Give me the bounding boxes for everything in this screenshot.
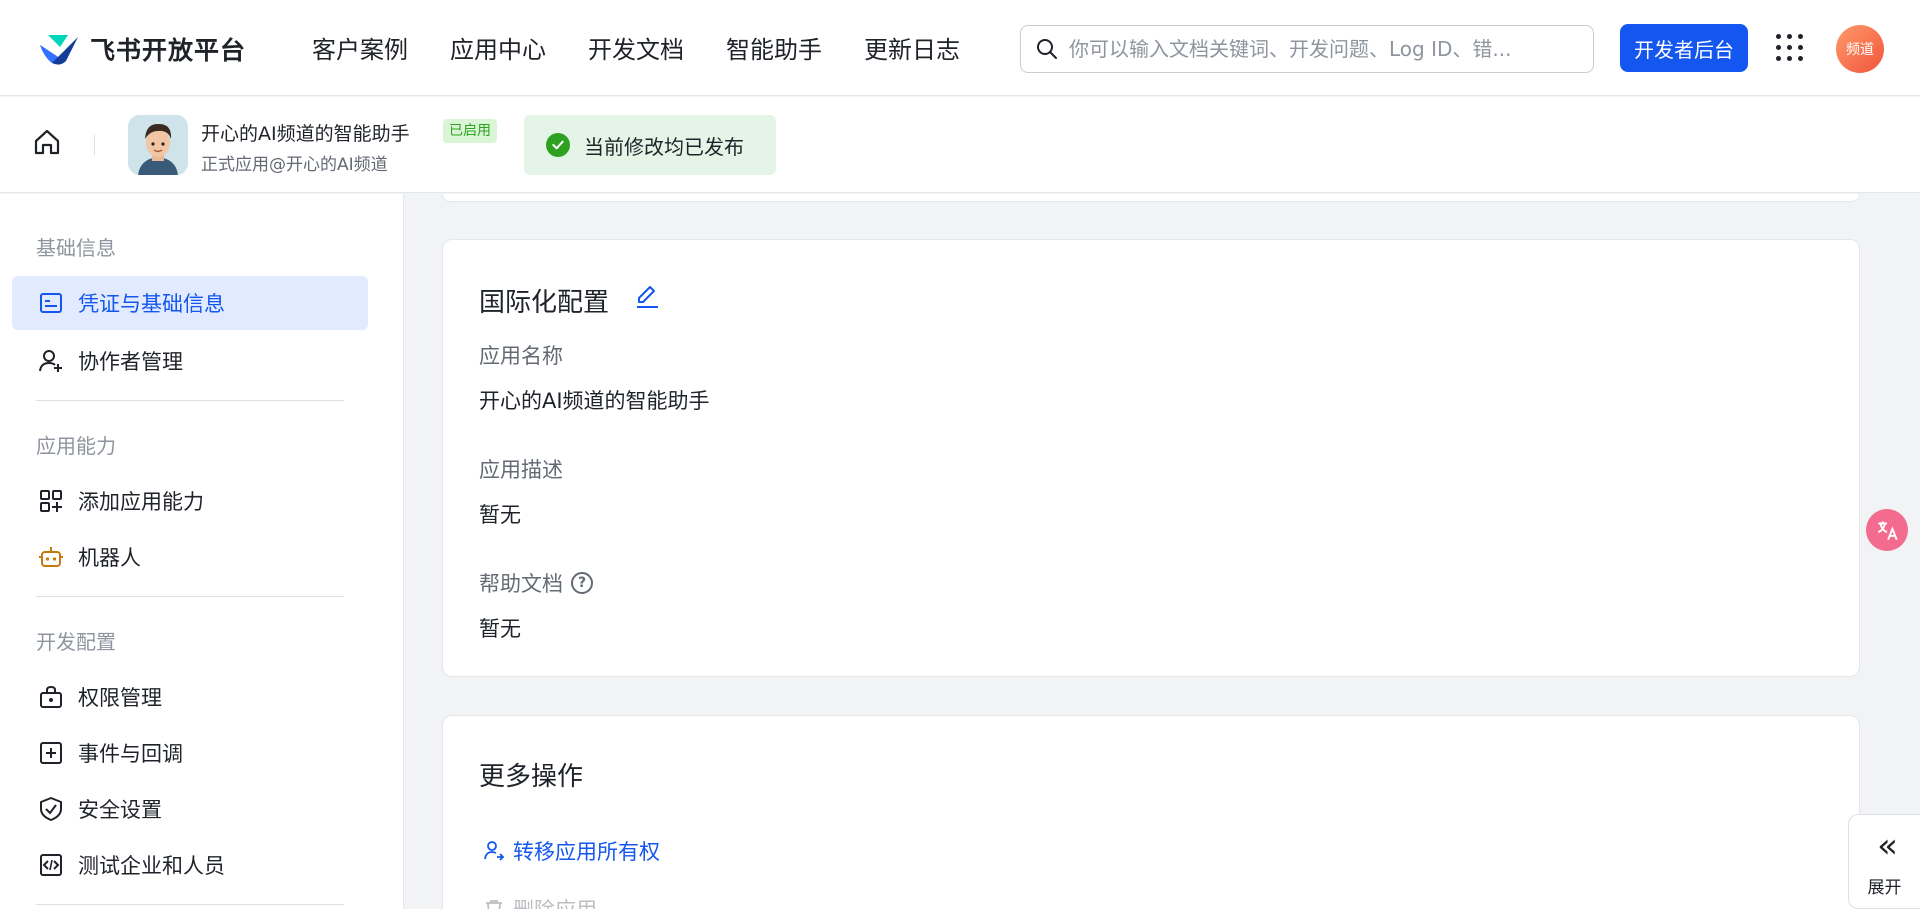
nav-changelog[interactable]: 更新日志 xyxy=(864,30,960,70)
sidebar-item-label: 安全设置 xyxy=(78,798,162,822)
sidebar-item-label: 机器人 xyxy=(78,546,141,570)
sidebar: 基础信息 凭证与基础信息 协作者管理 应用能力 添加应用能力 机器人 开发配置 … xyxy=(0,194,404,909)
sidebar-group-capabilities: 应用能力 xyxy=(36,434,116,458)
sidebar-item-events[interactable]: 事件与回调 xyxy=(12,726,368,780)
edit-icon[interactable] xyxy=(633,282,661,310)
top-navbar: 飞书开放平台 客户案例 应用中心 开发文档 智能助手 更新日志 开发者后台 频道 xyxy=(0,0,1920,96)
card-title: 国际化配置 xyxy=(479,288,610,318)
sidebar-divider xyxy=(36,400,344,401)
previous-card-bottom xyxy=(442,194,1860,202)
feishu-logo[interactable]: 飞书开放平台 xyxy=(38,31,246,67)
logo-text: 飞书开放平台 xyxy=(90,36,247,65)
sidebar-item-bot[interactable]: 机器人 xyxy=(12,530,368,584)
app-name: 开心的AI频道的智能助手 xyxy=(201,123,410,145)
shield-check-icon xyxy=(38,796,64,822)
nav-ai-assistant[interactable]: 智能助手 xyxy=(726,30,822,70)
sidebar-item-credentials[interactable]: 凭证与基础信息 xyxy=(12,276,368,330)
feishu-logo-icon xyxy=(40,35,78,65)
sidebar-group-basic: 基础信息 xyxy=(36,236,116,260)
user-transfer-icon xyxy=(484,841,505,861)
app-subtitle: 正式应用@开心的AI频道 xyxy=(201,155,388,175)
field-value-app-desc: 暂无 xyxy=(479,503,521,527)
search-input[interactable] xyxy=(1069,37,1569,61)
main-nav: 客户案例 应用中心 开发文档 智能助手 更新日志 xyxy=(312,30,1002,70)
sidebar-item-test-tenants[interactable]: 测试企业和人员 xyxy=(12,838,368,892)
sidebar-item-collaborators[interactable]: 协作者管理 xyxy=(12,334,368,388)
developer-console-button[interactable]: 开发者后台 xyxy=(1620,24,1748,72)
lock-icon xyxy=(38,684,64,710)
divider xyxy=(94,135,95,155)
app-grid-icon[interactable] xyxy=(1776,34,1804,62)
nav-customer-cases[interactable]: 客户案例 xyxy=(312,30,408,70)
field-label-app-name: 应用名称 xyxy=(479,344,563,368)
delete-app-link[interactable]: 删除应用 xyxy=(483,894,597,909)
field-label-help-doc: 帮助文档 ? xyxy=(479,568,593,598)
event-plus-icon xyxy=(38,740,64,766)
more-actions-card: 更多操作 转移应用所有权 删除应用 xyxy=(442,715,1860,909)
code-box-icon xyxy=(38,852,64,878)
user-add-icon xyxy=(38,348,64,374)
translate-icon[interactable] xyxy=(1866,509,1908,551)
status-badge: 已启用 xyxy=(443,119,497,143)
sidebar-item-permissions[interactable]: 权限管理 xyxy=(12,670,368,724)
field-label-app-desc: 应用描述 xyxy=(479,458,563,482)
search-icon xyxy=(1037,39,1057,59)
publish-status-banner: 当前修改均已发布 xyxy=(524,115,776,175)
nav-app-center[interactable]: 应用中心 xyxy=(450,30,546,70)
field-value-help-doc: 暂无 xyxy=(479,617,521,641)
app-avatar xyxy=(128,115,188,175)
cartoon-avatar-icon xyxy=(128,115,188,175)
transfer-ownership-label: 转移应用所有权 xyxy=(513,840,660,864)
sidebar-item-label: 凭证与基础信息 xyxy=(78,292,225,316)
sidebar-group-dev-config: 开发配置 xyxy=(36,630,116,654)
sidebar-item-label: 事件与回调 xyxy=(78,742,183,766)
robot-icon xyxy=(38,544,64,570)
i18n-config-card: 国际化配置 应用名称 开心的AI频道的智能助手 应用描述 暂无 帮助文档 ? 暂… xyxy=(442,239,1860,677)
card-title: 更多操作 xyxy=(479,762,584,792)
transfer-ownership-link[interactable]: 转移应用所有权 xyxy=(483,836,660,866)
expand-label: 展开 xyxy=(1867,878,1902,898)
app-subheader: 开心的AI频道的智能助手 已启用 正式应用@开心的AI频道 当前修改均已发布 xyxy=(0,97,1920,193)
apps-add-icon xyxy=(38,488,64,514)
sidebar-item-add-capability[interactable]: 添加应用能力 xyxy=(12,474,368,528)
sidebar-divider xyxy=(36,596,344,597)
nav-dev-docs[interactable]: 开发文档 xyxy=(588,30,684,70)
home-icon[interactable] xyxy=(32,127,62,157)
double-chevron-left-icon: « xyxy=(1877,826,1898,866)
publish-status-text: 当前修改均已发布 xyxy=(584,134,744,159)
user-avatar[interactable]: 频道 xyxy=(1836,25,1884,73)
sidebar-divider xyxy=(36,904,344,905)
sidebar-item-label: 协作者管理 xyxy=(78,350,183,374)
sidebar-item-label: 测试企业和人员 xyxy=(78,854,225,878)
sidebar-item-label: 权限管理 xyxy=(78,686,162,710)
sidebar-item-label: 添加应用能力 xyxy=(78,490,204,514)
id-card-icon xyxy=(38,290,64,316)
delete-app-label: 删除应用 xyxy=(513,894,597,909)
expand-panel-button[interactable]: « 展开 xyxy=(1848,814,1920,909)
trash-icon xyxy=(486,900,502,909)
sidebar-item-security[interactable]: 安全设置 xyxy=(12,782,368,836)
help-icon[interactable]: ? xyxy=(571,572,593,594)
check-circle-icon xyxy=(546,133,570,157)
field-value-app-name: 开心的AI频道的智能助手 xyxy=(479,389,710,413)
search-box[interactable] xyxy=(1020,25,1594,73)
